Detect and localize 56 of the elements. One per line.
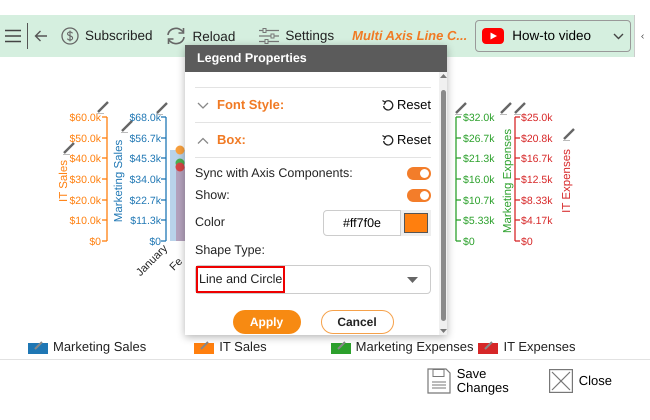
tick-label: $0 (463, 236, 475, 248)
tick-label: $16.7k (521, 153, 553, 165)
close-button[interactable]: Close (548, 369, 612, 393)
field-label: Shape Type: (195, 242, 265, 259)
legend-item[interactable]: IT Sales (194, 337, 267, 357)
field-label: Sync with Axis Components: (195, 164, 353, 182)
tick-label: $26.7k (463, 133, 495, 145)
section-label: Box: (217, 131, 246, 150)
axis-title: Marketing Expenses (502, 128, 514, 234)
tick-label: $22.7k (129, 195, 161, 207)
tick-label: $21.3k (463, 153, 495, 165)
subscribed-button[interactable]: Subscribed (61, 26, 153, 46)
field-label: Show: (195, 186, 230, 204)
legend-item[interactable]: Marketing Sales (28, 337, 146, 357)
tick-label: $11.3k (130, 215, 161, 227)
tick-label: $0 (149, 236, 161, 248)
tick-label: $60.0k (69, 112, 101, 124)
legend-item[interactable]: Marketing Expenses (330, 337, 474, 357)
tick-label: $8.33k (521, 195, 553, 207)
tick-label: $4.17k (521, 215, 553, 227)
tick-label: $32.0k (463, 112, 495, 124)
field-label: Color (195, 214, 225, 232)
tick-label: $0 (89, 236, 101, 248)
tick-label: $12.5k (521, 174, 553, 186)
tick-label: $56.7k (129, 133, 161, 145)
axis-title: IT Expenses (561, 149, 574, 213)
tick-label: $30.0k (69, 174, 101, 186)
save-changes-button[interactable]: Save Changes (426, 367, 509, 395)
dialog-title: Legend Properties (185, 45, 447, 72)
add-in-title: Multi Axis Line C... (352, 27, 468, 46)
tick-label: $16.0k (463, 174, 495, 186)
axis-title: IT Sales (58, 160, 70, 202)
reload-button[interactable]: Reload (164, 24, 236, 48)
tick-label: $10.0k (69, 215, 101, 227)
tick-label: $45.3k (129, 153, 161, 165)
tick-label: $10.7k (463, 195, 495, 207)
reset-button[interactable]: Reset (382, 130, 431, 150)
how-to-video-button[interactable]: How-to video (475, 20, 631, 52)
settings-button[interactable]: Settings (259, 26, 334, 46)
tick-label: $20.8k (521, 133, 553, 145)
reset-button[interactable]: Reset (382, 95, 431, 115)
tick-label: $5.33k (463, 215, 495, 227)
legend-item[interactable]: IT Expenses (478, 337, 576, 357)
section-label: Font Style: (217, 96, 284, 114)
cancel-button[interactable]: Cancel (320, 310, 394, 334)
axis-title: Marketing Sales (113, 140, 126, 222)
tick-label: $25.0k (521, 112, 553, 124)
tick-label: $20.0k (69, 195, 101, 207)
shape-type-dropdown[interactable]: Line and Circle (195, 265, 431, 294)
tick-label: $34.0k (129, 174, 161, 186)
color-field[interactable]: #ff7f0e (323, 210, 401, 236)
tick-label: $0 (521, 236, 533, 248)
tick-label: $68.0k (129, 112, 161, 124)
tick-label: $40.0k (69, 153, 101, 165)
x-axis-label: Fe (168, 256, 186, 274)
tick-label: $50.0k (69, 133, 101, 145)
